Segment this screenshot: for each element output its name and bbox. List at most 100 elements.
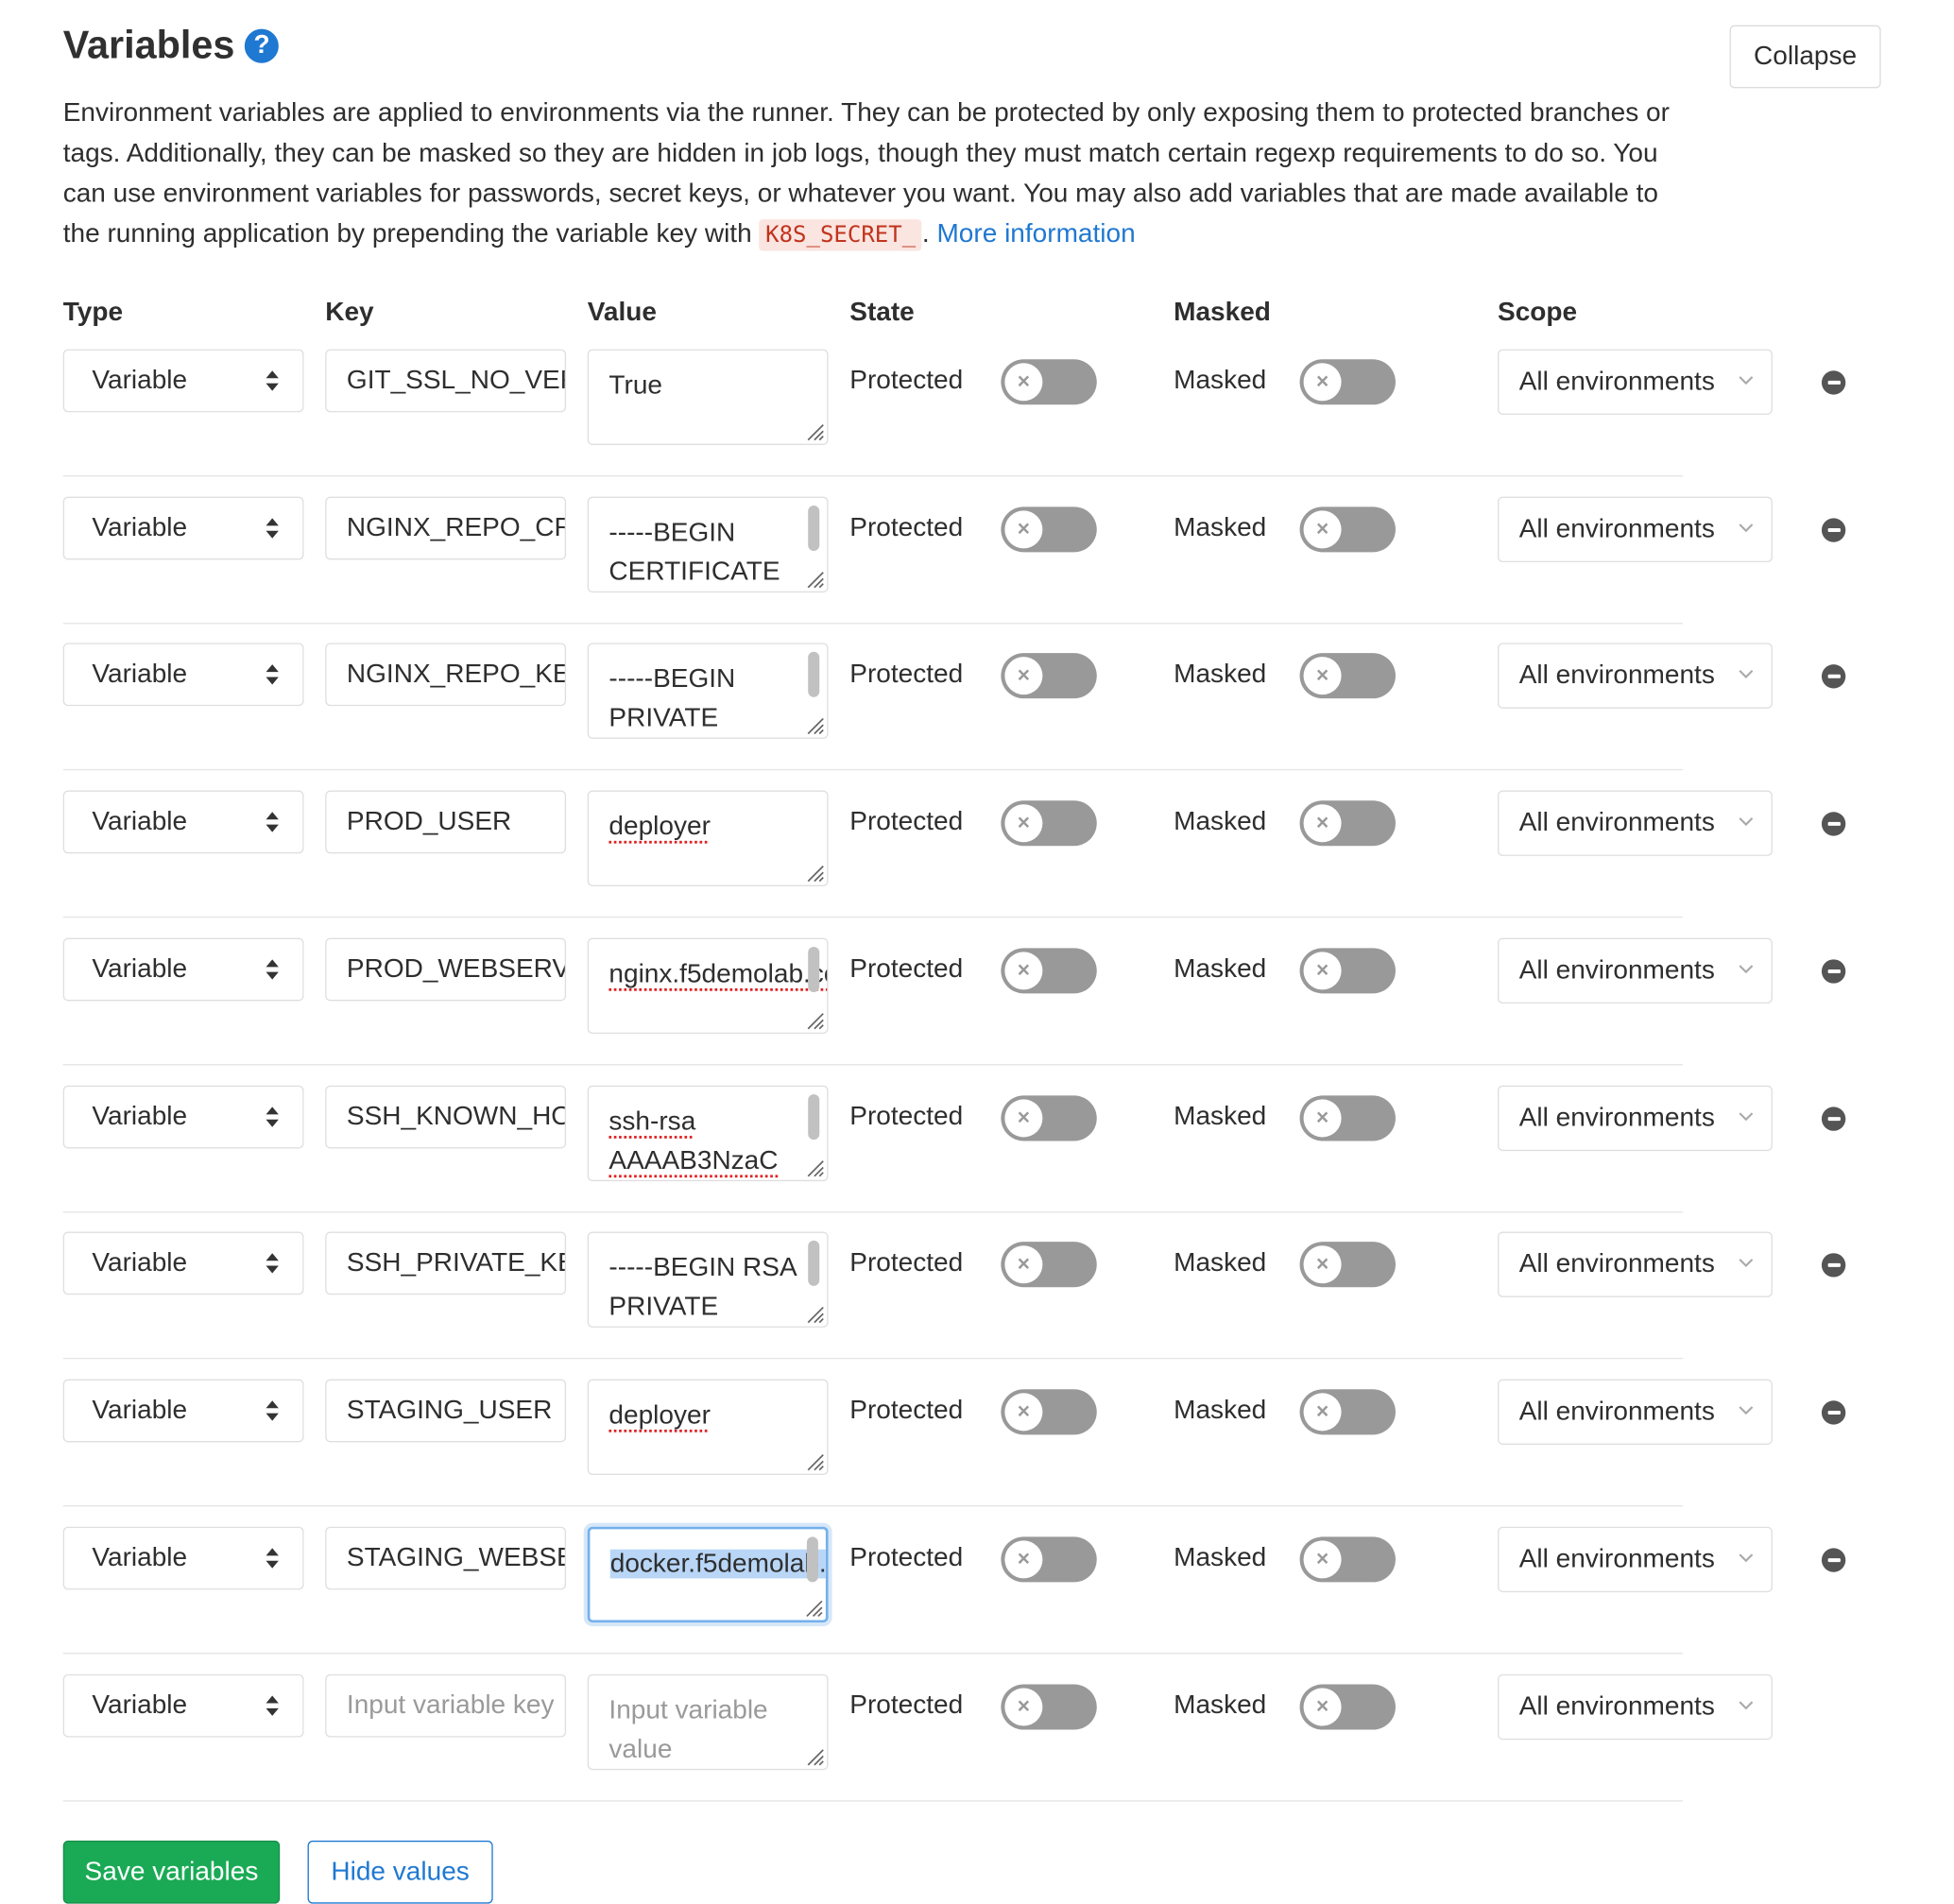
variable-type-select[interactable]: Variable bbox=[62, 790, 304, 854]
remove-variable-icon[interactable] bbox=[1821, 1253, 1846, 1278]
masked-label: Masked bbox=[1174, 1102, 1267, 1131]
protected-toggle[interactable]: × bbox=[1001, 1242, 1097, 1288]
variable-type-select[interactable]: Variable bbox=[62, 1526, 304, 1590]
toggle-off-x-icon: × bbox=[1004, 1688, 1043, 1726]
protected-toggle[interactable]: × bbox=[1001, 1536, 1097, 1583]
masked-toggle[interactable]: × bbox=[1299, 800, 1396, 847]
variable-key-input[interactable]: SSH_KNOWN_HOSTS bbox=[325, 1085, 567, 1149]
masked-label: Masked bbox=[1174, 806, 1267, 836]
protected-toggle[interactable]: × bbox=[1001, 653, 1097, 699]
environment-scope-label: All environments bbox=[1518, 955, 1715, 986]
masked-toggle[interactable]: × bbox=[1299, 1684, 1396, 1730]
variable-key-input[interactable]: GIT_SSL_NO_VERIFY bbox=[325, 349, 567, 413]
environment-scope-dropdown[interactable]: All environments bbox=[1498, 790, 1773, 856]
protected-label: Protected bbox=[849, 365, 964, 395]
variable-key-input[interactable]: STAGING_USER bbox=[325, 1379, 567, 1443]
environment-scope-dropdown[interactable]: All environments bbox=[1498, 1673, 1773, 1741]
row-divider bbox=[62, 1357, 1684, 1360]
variable-key-input[interactable]: NGINX_REPO_KEY bbox=[325, 643, 567, 707]
environment-scope-dropdown[interactable]: All environments bbox=[1498, 1231, 1773, 1297]
environment-scope-dropdown[interactable]: All environments bbox=[1498, 643, 1773, 709]
remove-variable-icon[interactable] bbox=[1821, 1106, 1846, 1131]
variable-type-select[interactable]: Variable bbox=[62, 1085, 304, 1149]
variable-value-input[interactable]: Input variable value bbox=[587, 1673, 829, 1771]
resize-grip-icon[interactable] bbox=[802, 566, 825, 589]
value-scrollbar[interactable] bbox=[806, 1536, 818, 1583]
masked-toggle[interactable]: × bbox=[1299, 1389, 1396, 1435]
value-scrollbar[interactable] bbox=[808, 1094, 820, 1141]
masked-toggle[interactable]: × bbox=[1299, 359, 1396, 405]
environment-scope-dropdown[interactable]: All environments bbox=[1498, 349, 1773, 415]
remove-variable-icon[interactable] bbox=[1821, 664, 1846, 689]
resize-grip-icon[interactable] bbox=[802, 419, 825, 441]
remove-variable-icon[interactable] bbox=[1821, 1548, 1846, 1572]
variable-value-input[interactable]: nginx.f5demolab.com bbox=[587, 937, 829, 1035]
variable-value-input[interactable]: ssh-rsa AAAAB3NzaC bbox=[587, 1085, 829, 1182]
value-scrollbar[interactable] bbox=[808, 1240, 820, 1286]
variable-type-select[interactable]: Variable bbox=[62, 1673, 304, 1738]
variable-value-input[interactable]: deployer bbox=[587, 790, 829, 886]
protected-toggle[interactable]: × bbox=[1001, 1684, 1097, 1730]
variable-key-input[interactable]: PROD_USER bbox=[325, 790, 567, 854]
protected-toggle[interactable]: × bbox=[1001, 948, 1097, 994]
masked-toggle[interactable]: × bbox=[1299, 948, 1396, 994]
value-scrollbar[interactable] bbox=[808, 946, 820, 993]
protected-toggle[interactable]: × bbox=[1001, 800, 1097, 847]
environment-scope-dropdown[interactable]: All environments bbox=[1498, 937, 1773, 1004]
variable-type-select[interactable]: Variable bbox=[62, 1379, 304, 1443]
protected-toggle[interactable]: × bbox=[1001, 506, 1097, 553]
remove-variable-icon[interactable] bbox=[1821, 1400, 1846, 1425]
hide-values-button[interactable]: Hide values bbox=[307, 1840, 493, 1904]
variable-value-input[interactable]: -----BEGIN PRIVATE bbox=[587, 643, 829, 739]
variable-type-select[interactable]: Variable bbox=[62, 937, 304, 1002]
masked-toggle[interactable]: × bbox=[1299, 1095, 1396, 1141]
protected-toggle[interactable]: × bbox=[1001, 1389, 1097, 1435]
question-circle-icon[interactable]: ? bbox=[245, 28, 280, 63]
masked-toggle[interactable]: × bbox=[1299, 1242, 1396, 1288]
resize-grip-icon[interactable] bbox=[802, 1155, 825, 1177]
new-variable-row: Variable Input variable key Input variable… bbox=[0, 1673, 1954, 1822]
resize-grip-icon[interactable] bbox=[802, 1743, 825, 1766]
variable-value-input[interactable]: True bbox=[587, 349, 829, 445]
resize-grip-icon[interactable] bbox=[802, 1301, 825, 1324]
masked-toggle[interactable]: × bbox=[1299, 1536, 1396, 1583]
resize-grip-icon[interactable] bbox=[800, 1595, 823, 1618]
environment-scope-dropdown[interactable]: All environments bbox=[1498, 496, 1773, 563]
variable-type-select[interactable]: Variable bbox=[62, 496, 304, 560]
masked-label: Masked bbox=[1174, 1690, 1267, 1720]
variable-type-select[interactable]: Variable bbox=[62, 349, 304, 413]
more-information-link[interactable]: More information bbox=[936, 219, 1135, 249]
variable-type-select[interactable]: Variable bbox=[62, 1231, 304, 1295]
variable-key-input[interactable]: SSH_PRIVATE_KEY bbox=[325, 1231, 567, 1295]
remove-variable-icon[interactable] bbox=[1821, 812, 1846, 836]
masked-toggle[interactable]: × bbox=[1299, 506, 1396, 553]
environment-scope-dropdown[interactable]: All environments bbox=[1498, 1379, 1773, 1445]
variable-key-input[interactable]: Input variable key bbox=[325, 1673, 567, 1738]
variable-key-input[interactable]: PROD_WEBSERVER bbox=[325, 937, 567, 1002]
value-scrollbar[interactable] bbox=[808, 506, 820, 552]
variable-key-input[interactable]: STAGING_WEBSERVER bbox=[325, 1526, 567, 1590]
variable-value-input[interactable]: -----BEGIN CERTIFICATE bbox=[587, 496, 829, 593]
variable-value-input[interactable]: deployer bbox=[587, 1379, 829, 1476]
protected-toggle[interactable]: × bbox=[1001, 1095, 1097, 1141]
collapse-button[interactable]: Collapse bbox=[1729, 25, 1881, 89]
resize-grip-icon[interactable] bbox=[802, 860, 825, 883]
variable-row: Variable NGINX_REPO_KEY -----BEGIN PRIVATE… bbox=[0, 643, 1954, 790]
save-variables-button[interactable]: Save variables bbox=[62, 1840, 281, 1904]
masked-toggle[interactable]: × bbox=[1299, 653, 1396, 699]
variable-value-input[interactable]: -----BEGIN RSA PRIVATE bbox=[587, 1231, 829, 1328]
resize-grip-icon[interactable] bbox=[802, 1449, 825, 1471]
environment-scope-dropdown[interactable]: All environments bbox=[1498, 1085, 1773, 1152]
resize-grip-icon[interactable] bbox=[802, 712, 825, 735]
remove-variable-icon[interactable] bbox=[1821, 370, 1846, 395]
protected-toggle[interactable]: × bbox=[1001, 359, 1097, 405]
variable-row: Variable GIT_SSL_NO_VERIFY True Protected × M… bbox=[0, 349, 1954, 497]
variable-type-select[interactable]: Variable bbox=[62, 643, 304, 707]
remove-variable-icon[interactable] bbox=[1821, 959, 1846, 984]
variable-value-input[interactable]: docker.f5demolab.com bbox=[587, 1526, 829, 1623]
resize-grip-icon[interactable] bbox=[802, 1007, 825, 1030]
remove-variable-icon[interactable] bbox=[1821, 518, 1846, 542]
environment-scope-dropdown[interactable]: All environments bbox=[1498, 1526, 1773, 1593]
value-scrollbar[interactable] bbox=[808, 651, 820, 697]
variable-key-input[interactable]: NGINX_REPO_CRT bbox=[325, 496, 567, 560]
